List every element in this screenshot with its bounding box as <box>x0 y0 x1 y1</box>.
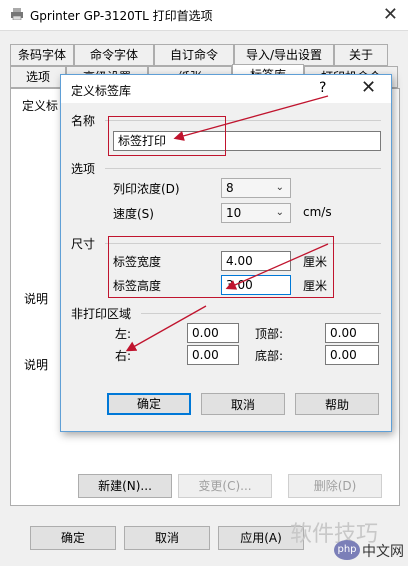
annotation-arrows <box>125 95 329 352</box>
